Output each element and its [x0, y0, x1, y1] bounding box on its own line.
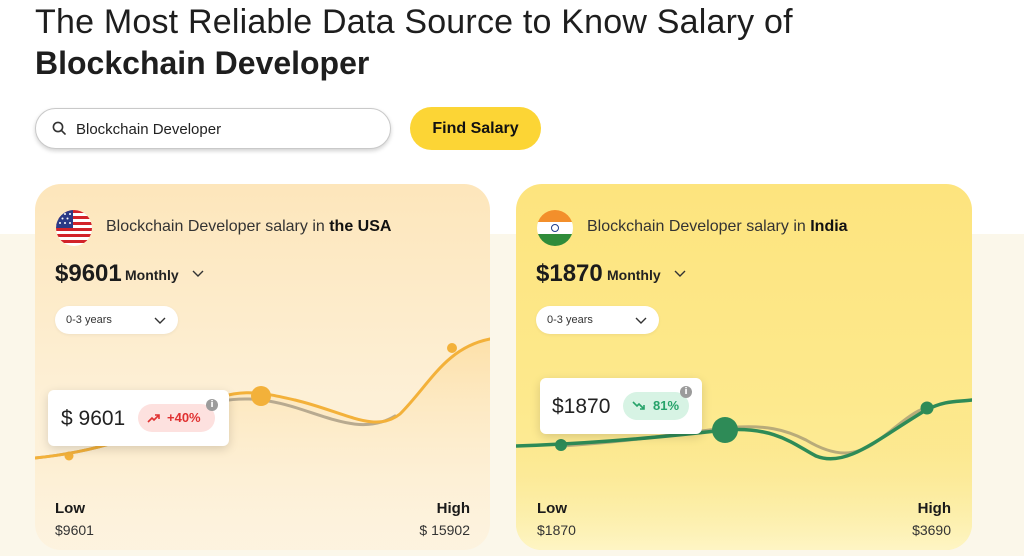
info-icon[interactable]: i	[206, 399, 218, 411]
search-icon	[52, 121, 66, 135]
page-title: The Most Reliable Data Source to Know Sa…	[35, 2, 793, 84]
trend-down-icon	[632, 401, 645, 410]
low-label: Low	[55, 500, 85, 517]
salary-card-usa: Blockchain Developer salary in the USA $…	[35, 184, 490, 550]
india-flag-icon	[537, 210, 573, 246]
high-value: $3690	[912, 522, 951, 538]
info-icon[interactable]: i	[680, 386, 692, 398]
salary-trend-chart	[35, 337, 490, 550]
card-title: Blockchain Developer salary in India	[587, 218, 848, 236]
trend-up-icon	[147, 414, 160, 423]
card-country: India	[810, 218, 848, 235]
high-label: High	[917, 500, 951, 517]
chevron-down-icon[interactable]	[192, 270, 204, 278]
job-search-input[interactable]	[74, 117, 378, 141]
chart-point	[555, 439, 567, 451]
usa-flag-icon	[56, 210, 92, 246]
period-dropdown-label[interactable]: Monthly	[125, 267, 179, 283]
chevron-down-icon	[635, 317, 647, 324]
chart-point	[64, 451, 74, 461]
page-title-job: Blockchain Developer	[35, 45, 370, 81]
salary-amount: $9601	[55, 260, 122, 287]
job-search-box[interactable]	[35, 108, 391, 149]
card-title-prefix: Blockchain Developer salary in	[106, 218, 330, 235]
experience-dropdown[interactable]: 0-3 years	[536, 306, 659, 334]
chevron-down-icon[interactable]	[674, 270, 686, 278]
salary-card-india: Blockchain Developer salary in India $18…	[516, 184, 972, 550]
tooltip-value: $1870	[552, 395, 611, 418]
salary-tooltip: $ 9601 +40% i	[48, 390, 229, 446]
card-country: the USA	[329, 218, 392, 235]
experience-value: 0-3 years	[547, 314, 593, 326]
card-title-prefix: Blockchain Developer salary in	[587, 218, 811, 235]
page-title-line1: The Most Reliable Data Source to Know Sa…	[35, 3, 793, 41]
low-value: $9601	[55, 522, 94, 538]
high-value: $ 15902	[419, 522, 470, 538]
experience-dropdown[interactable]: 0-3 years	[55, 306, 178, 334]
high-label: High	[436, 500, 470, 517]
find-salary-button[interactable]: Find Salary	[410, 107, 541, 150]
chevron-down-icon	[154, 317, 166, 324]
salary-amount: $1870	[536, 260, 603, 287]
trend-percent: +40%	[167, 410, 201, 425]
salary-trend-chart	[516, 398, 972, 550]
chart-point	[251, 386, 271, 406]
trend-percent: 81%	[653, 398, 680, 413]
period-dropdown-label[interactable]: Monthly	[607, 267, 661, 283]
trend-badge: +40%	[138, 404, 215, 432]
chart-point	[447, 343, 457, 353]
trend-badge: 81%	[623, 392, 689, 420]
low-label: Low	[537, 500, 567, 517]
chart-point	[920, 401, 934, 415]
card-title: Blockchain Developer salary in the USA	[106, 218, 391, 236]
chart-point	[712, 417, 738, 443]
salary-tooltip: $1870 81% i	[540, 378, 702, 434]
low-value: $1870	[537, 522, 576, 538]
tooltip-value: $ 9601	[61, 407, 126, 430]
experience-value: 0-3 years	[66, 314, 112, 326]
